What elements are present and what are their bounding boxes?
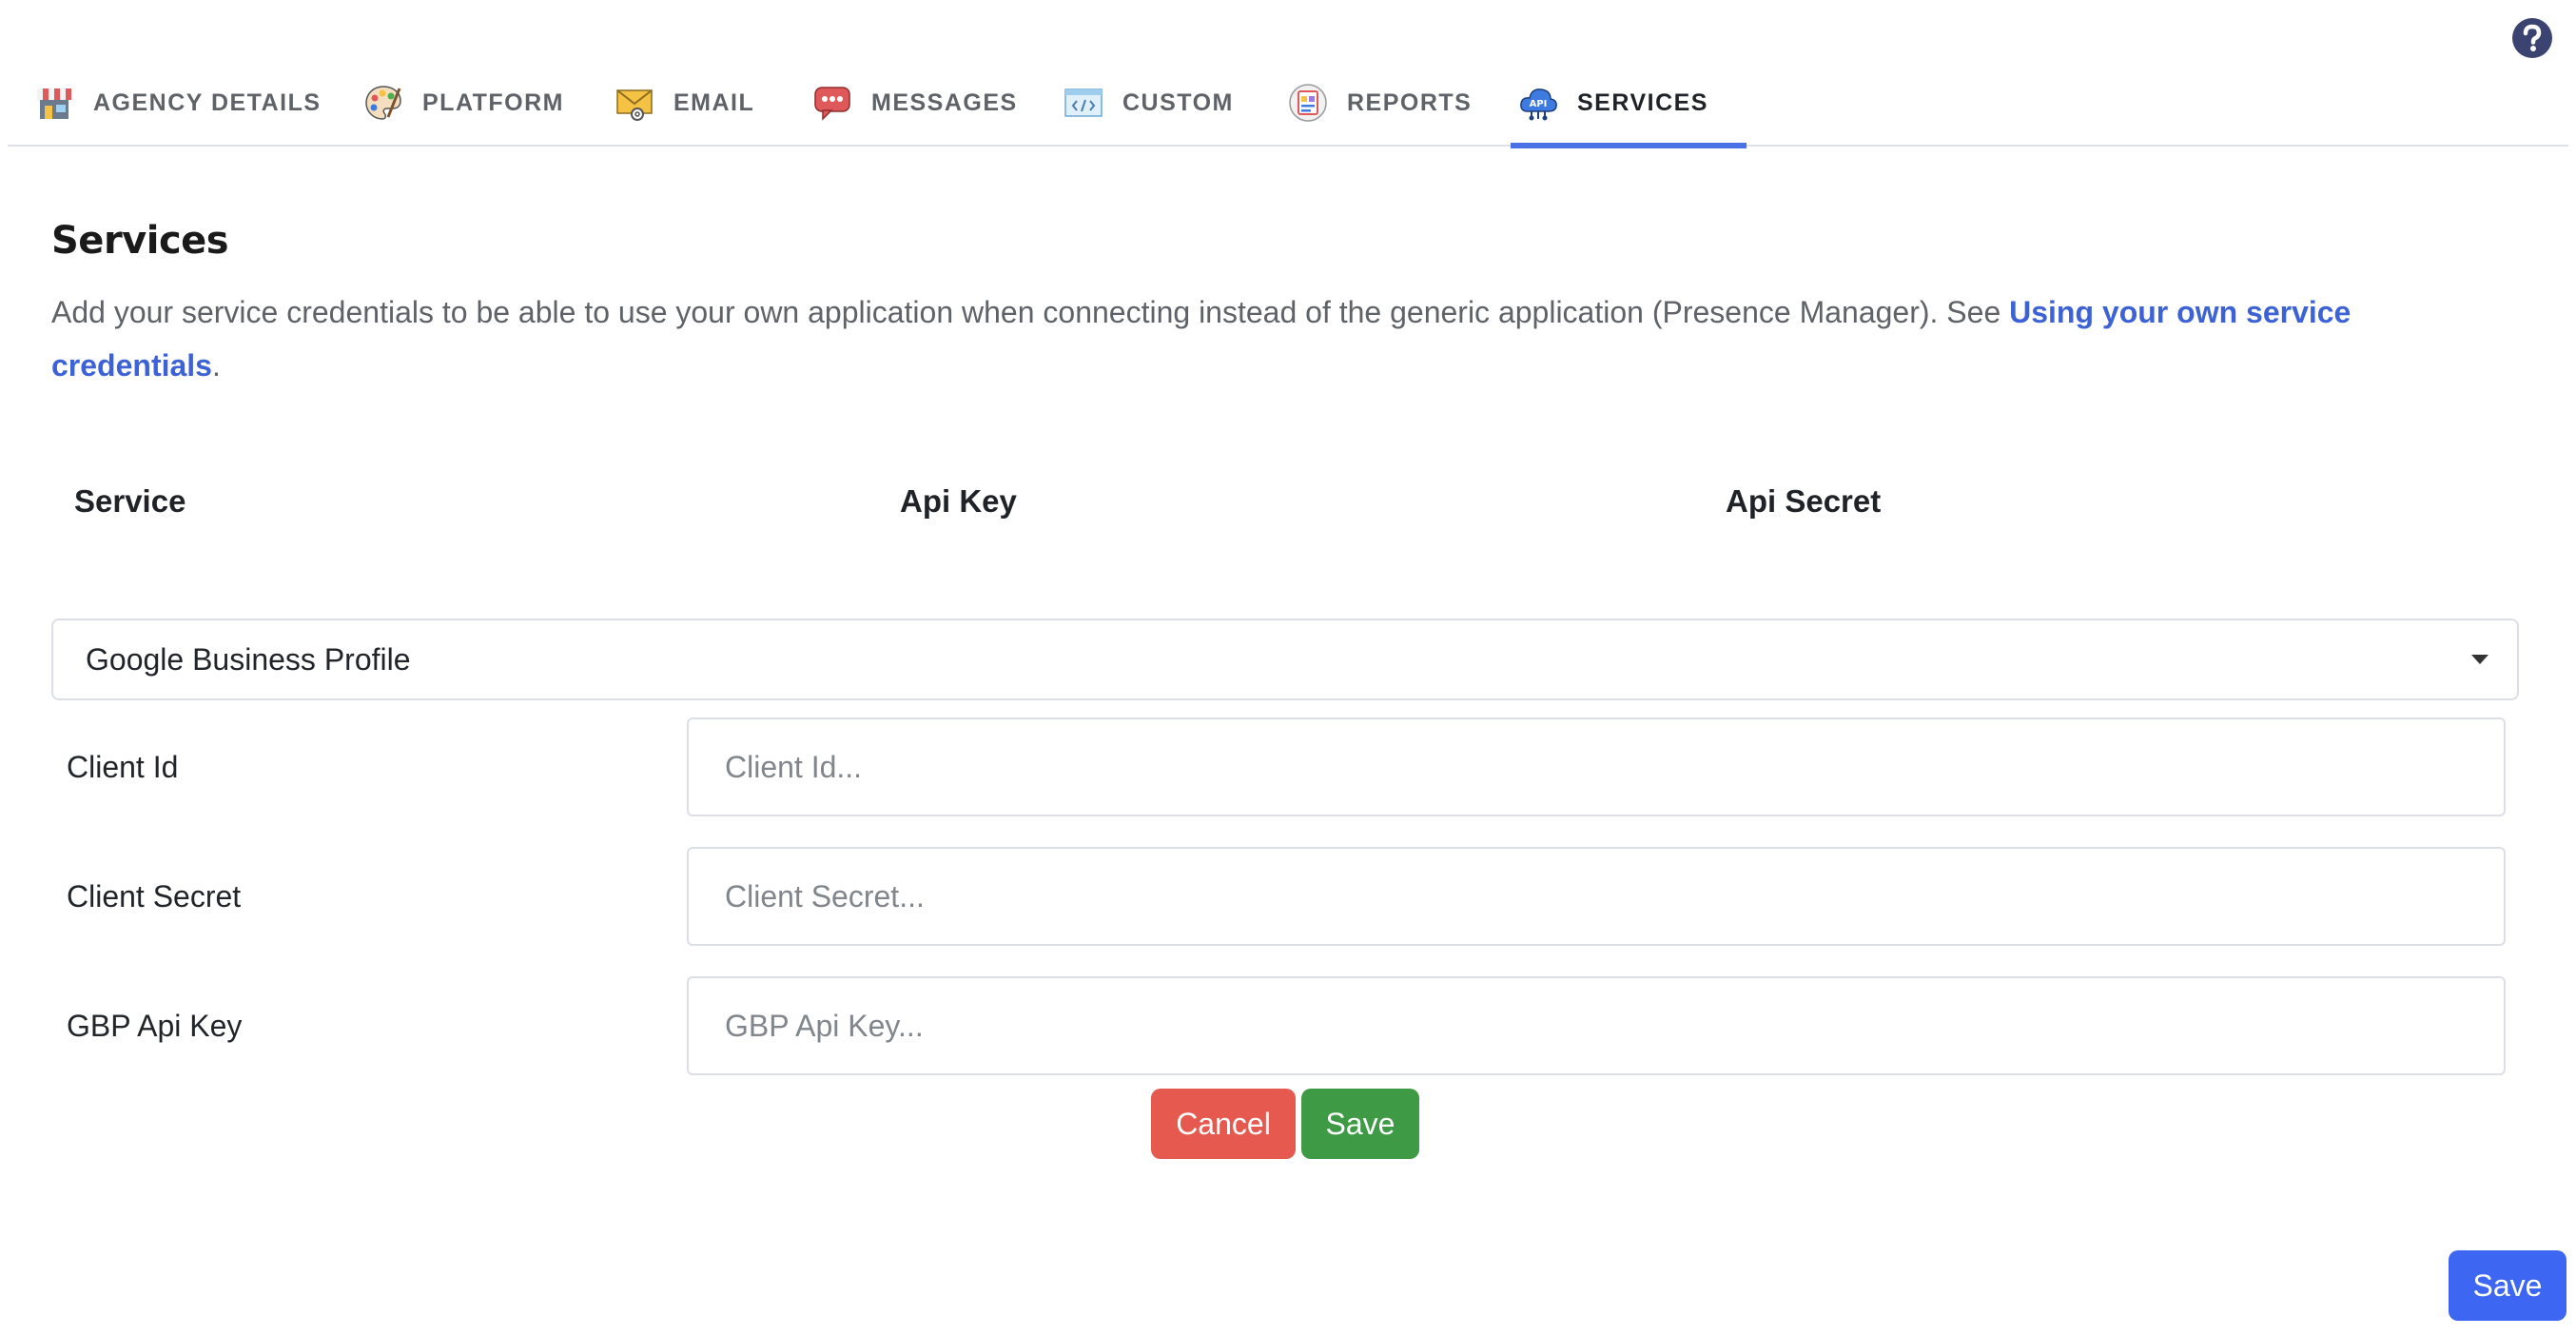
save-settings-button[interactable]: Save	[2449, 1250, 2566, 1321]
cancel-button[interactable]: Cancel	[1151, 1089, 1296, 1159]
palette-icon	[363, 83, 403, 123]
column-header-service: Service	[74, 483, 186, 519]
description-text: Add your service credentials to be able …	[51, 295, 2010, 329]
client-secret-input[interactable]	[687, 847, 2506, 946]
page-title: Services	[51, 219, 229, 263]
tab-custom[interactable]: CUSTOM	[1064, 59, 1234, 147]
code-window-icon	[1064, 83, 1103, 123]
client-id-input[interactable]	[687, 717, 2506, 816]
chevron-down-icon	[2471, 655, 2488, 664]
storefront-icon	[34, 83, 74, 123]
tab-label: CUSTOM	[1122, 88, 1234, 116]
save-service-button[interactable]: Save	[1301, 1089, 1419, 1159]
chat-bubble-icon	[812, 83, 852, 123]
client-secret-label: Client Secret	[67, 879, 242, 914]
report-icon	[1288, 83, 1328, 123]
description-end: .	[211, 348, 221, 383]
service-select-value: Google Business Profile	[86, 641, 411, 677]
tab-reports[interactable]: REPORTS	[1288, 59, 1472, 147]
svg-text:API: API	[1530, 99, 1548, 109]
client-id-label: Client Id	[67, 750, 179, 784]
envelope-icon	[615, 83, 654, 123]
tab-messages[interactable]: MESSAGES	[812, 59, 1018, 147]
gbp-api-key-label: GBP Api Key	[67, 1009, 243, 1043]
tab-label: EMAIL	[673, 88, 755, 116]
tab-platform[interactable]: PLATFORM	[363, 59, 564, 147]
tab-label: AGENCY DETAILS	[93, 88, 322, 116]
tab-agency-details[interactable]: AGENCY DETAILS	[34, 59, 322, 147]
tab-label: SERVICES	[1577, 88, 1708, 116]
help-question-icon[interactable]	[2511, 17, 2553, 59]
tab-label: REPORTS	[1347, 88, 1473, 116]
tab-label: MESSAGES	[871, 88, 1018, 116]
settings-tab-bar: AGENCY DETAILS PLATFORM EMAIL MESSAGES C…	[8, 59, 2568, 148]
api-cloud-icon: API	[1518, 83, 1558, 123]
tab-services[interactable]: API SERVICES	[1511, 59, 1747, 148]
gbp-api-key-input[interactable]	[687, 976, 2506, 1075]
service-select[interactable]: Google Business Profile	[51, 619, 2519, 700]
section-description: Add your service credentials to be able …	[51, 285, 2487, 392]
column-header-api-key: Api Key	[900, 483, 1017, 519]
tab-label: PLATFORM	[422, 88, 565, 116]
column-header-api-secret: Api Secret	[1726, 483, 1882, 519]
tab-email[interactable]: EMAIL	[615, 59, 754, 147]
